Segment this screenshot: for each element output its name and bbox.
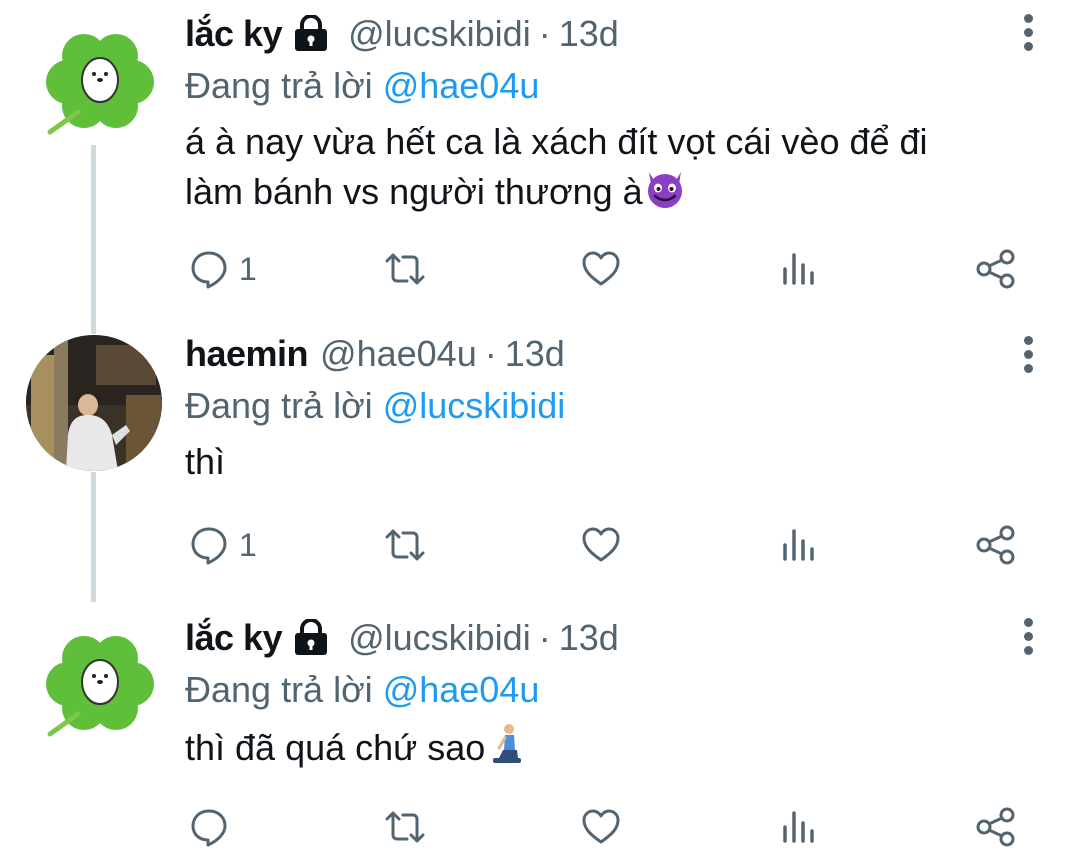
separator: · — [484, 333, 497, 374]
reply-button[interactable]: 1 — [189, 520, 257, 570]
replying-to: Đang trả lời @lucskibidi — [185, 382, 1050, 430]
avatar-clover[interactable] — [38, 20, 162, 144]
thread-line — [91, 472, 96, 602]
like-button[interactable] — [581, 802, 621, 852]
mention-link[interactable]: @hae04u — [383, 65, 540, 106]
views-icon — [783, 811, 814, 843]
like-icon — [582, 809, 620, 844]
reply-count: 1 — [239, 526, 257, 563]
tweet-text-line: á à nay vừa hết ca là xách đít vọt cái v… — [185, 121, 928, 162]
mention-link[interactable]: @hae04u — [383, 669, 540, 710]
replying-to: Đang trả lời @hae04u — [185, 666, 1050, 714]
views-button[interactable] — [779, 802, 819, 852]
retweet-icon — [385, 529, 425, 561]
views-button[interactable] — [779, 244, 819, 294]
reply-count: 1 — [239, 250, 257, 287]
user-handle[interactable]: @lucskibidi — [348, 617, 531, 659]
views-button[interactable] — [779, 520, 819, 570]
display-name[interactable]: lắc ky — [185, 13, 283, 55]
more-icon[interactable] — [1022, 14, 1034, 58]
share-icon — [976, 249, 1015, 289]
action-bar — [185, 802, 1045, 852]
action-bar: 1 — [185, 520, 1045, 570]
like-button[interactable] — [581, 520, 621, 570]
replying-to: Đang trả lời @hae04u — [185, 62, 1050, 110]
like-icon — [582, 251, 620, 286]
timestamp[interactable]: 13d — [559, 13, 619, 55]
thread-line — [91, 145, 96, 320]
retweet-icon — [385, 811, 425, 843]
tweet-1[interactable]: lắc ky @lucskibidi · 13d Đang trả lời @h… — [0, 0, 1080, 320]
tweet-header: lắc ky @lucskibidi · 13d — [185, 10, 1050, 58]
timestamp[interactable]: 13d — [505, 333, 565, 375]
retweet-button[interactable] — [383, 802, 427, 852]
reply-icon — [191, 527, 227, 565]
views-icon — [783, 253, 814, 285]
action-bar: 1 — [185, 244, 1045, 294]
tweet-text-line: thì — [185, 441, 226, 482]
more-icon[interactable] — [1022, 618, 1034, 662]
timestamp[interactable]: 13d — [559, 617, 619, 659]
more-icon[interactable] — [1022, 336, 1034, 380]
tweet-2[interactable]: haemin @hae04u · 13d Đang trả lời @lucsk… — [0, 320, 1080, 602]
retweet-icon — [385, 253, 425, 285]
display-name[interactable]: haemin — [185, 333, 309, 375]
thread-line — [91, 320, 96, 334]
tweet-text: thì — [185, 438, 1050, 486]
replying-prefix: Đang trả lời — [185, 385, 383, 426]
share-icon — [976, 807, 1015, 847]
retweet-button[interactable] — [383, 520, 427, 570]
tweet-text: á à nay vừa hết ca là xách đít vọt cái v… — [185, 118, 1050, 216]
share-button[interactable] — [975, 244, 1017, 294]
share-icon — [976, 525, 1015, 565]
separator: · — [538, 617, 551, 658]
lock-icon — [295, 15, 328, 51]
display-name[interactable]: lắc ky — [185, 617, 283, 659]
views-icon — [783, 529, 814, 561]
mention-link[interactable]: @lucskibidi — [383, 385, 566, 426]
lock-icon — [295, 619, 328, 655]
replying-prefix: Đang trả lời — [185, 65, 383, 106]
person-kneeling-emoji — [493, 724, 522, 763]
tweet-3[interactable]: lắc ky @lucskibidi · 13d Đang trả lời @h… — [0, 602, 1080, 861]
tweet-header: haemin @hae04u · 13d — [185, 330, 1050, 378]
share-button[interactable] — [975, 520, 1017, 570]
avatar-clover[interactable] — [38, 622, 162, 746]
reply-icon — [191, 251, 227, 289]
user-handle[interactable]: @lucskibidi — [348, 13, 531, 55]
retweet-button[interactable] — [383, 244, 427, 294]
tweet-text-line: thì đã quá chứ sao — [185, 727, 486, 768]
reply-button[interactable] — [189, 802, 239, 852]
avatar-photo[interactable] — [26, 335, 162, 471]
share-button[interactable] — [975, 802, 1017, 852]
tweet-header: lắc ky @lucskibidi · 13d — [185, 614, 1050, 662]
tweet-text: thì đã quá chứ sao — [185, 722, 1050, 772]
user-handle[interactable]: @hae04u — [320, 333, 477, 375]
like-icon — [582, 527, 620, 562]
smiling-devil-emoji — [647, 172, 682, 208]
reply-button[interactable]: 1 — [189, 244, 257, 294]
like-button[interactable] — [581, 244, 621, 294]
reply-icon — [191, 809, 227, 847]
tweet-text-line: làm bánh vs người thương à — [185, 171, 643, 212]
replying-prefix: Đang trả lời — [185, 669, 383, 710]
separator: · — [538, 13, 551, 54]
